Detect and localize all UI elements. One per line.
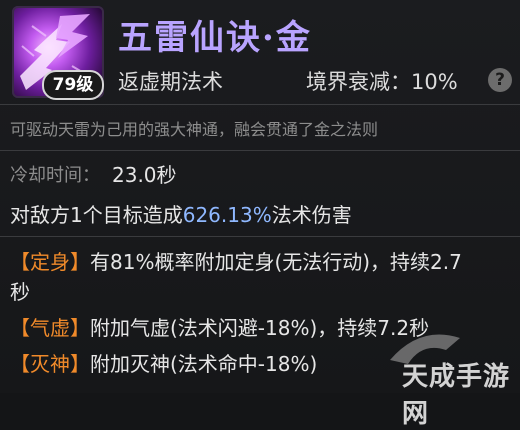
cooldown-value: 23.0秒 bbox=[112, 163, 177, 187]
effect-tag: 【灭神】 bbox=[10, 352, 90, 376]
skill-tooltip-panel: 79级 五雷仙诀·金 返虚期法术 境界衰减：10% ? 可驱动天雷为己用的强大神… bbox=[0, 0, 520, 429]
effect-tag: 【气虚】 bbox=[10, 316, 90, 340]
divider bbox=[0, 104, 520, 105]
skill-description: 可驱动天雷为己用的强大神通，融会贯通了金之法则 bbox=[10, 120, 379, 139]
divider bbox=[0, 236, 520, 237]
help-icon[interactable]: ? bbox=[488, 68, 512, 92]
realm-decay-value: 10% bbox=[411, 70, 458, 94]
effect-tag: 【定身】 bbox=[10, 250, 90, 274]
damage-suffix: 法术伤害 bbox=[271, 203, 352, 227]
effect-text-continued: 秒 bbox=[10, 280, 30, 304]
realm-decay: 境界衰减：10% bbox=[306, 66, 458, 96]
effect-item-immobilize: 【定身】有81%概率附加定身(无法行动)，持续2.7 秒 bbox=[10, 247, 510, 307]
cooldown-label: 冷却时间： bbox=[10, 165, 100, 186]
watermark-text: 天成手游网 bbox=[402, 362, 511, 429]
skill-level-badge: 79级 bbox=[42, 70, 104, 100]
effect-text: 有81%概率附加定身(无法行动)，持续2.7 bbox=[90, 250, 462, 274]
divider bbox=[0, 150, 520, 151]
damage-value: 626.13% bbox=[182, 203, 272, 227]
skill-realm-label: 返虚期法术 bbox=[118, 70, 223, 94]
effect-text: 附加灭神(法术命中-18%) bbox=[90, 352, 318, 376]
skill-title: 五雷仙诀·金 bbox=[118, 18, 312, 58]
damage-line: 对敌方1个目标造成626.13%法术伤害 bbox=[10, 199, 352, 228]
realm-decay-label: 境界衰减： bbox=[306, 70, 411, 94]
damage-prefix: 对敌方1个目标造成 bbox=[10, 203, 183, 227]
